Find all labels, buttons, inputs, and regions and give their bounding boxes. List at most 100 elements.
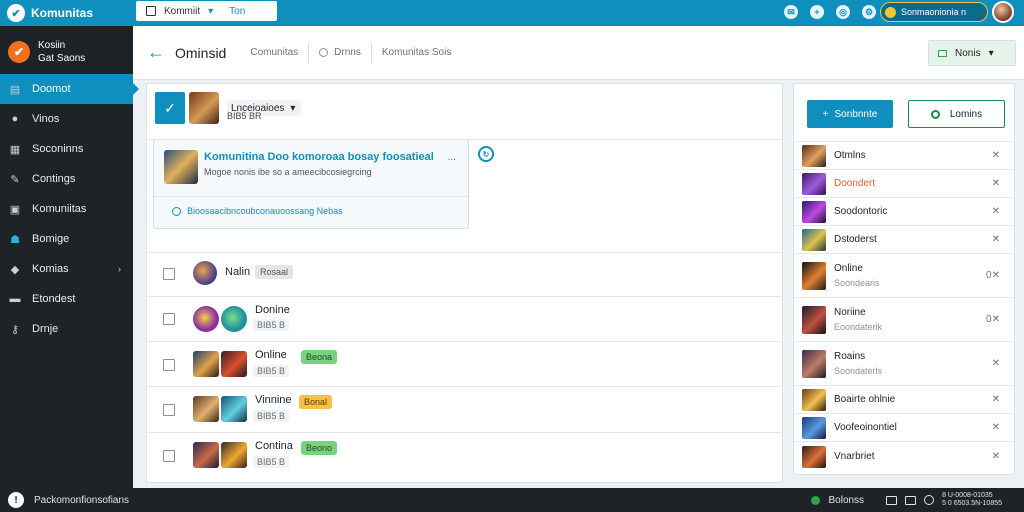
close-icon[interactable]: ✕ bbox=[992, 358, 1000, 369]
sidebar-item-settings[interactable]: ✎ Contings bbox=[0, 164, 133, 194]
list-item[interactable]: Vnarbriet ✕ bbox=[794, 441, 1014, 471]
sidebar-item-label: Komuniitas bbox=[32, 203, 87, 215]
avatar bbox=[193, 396, 219, 422]
sidebar-item-keys[interactable]: ⚷ Drnje bbox=[0, 314, 133, 344]
table-row[interactable]: Nalin Rosaal bbox=[147, 252, 782, 298]
circle-icon bbox=[319, 48, 329, 57]
notice-thumbnail bbox=[164, 150, 198, 184]
sidebar-profile[interactable]: ✔ Kosiin Gat Saons bbox=[0, 26, 133, 74]
close-icon[interactable]: ✕ bbox=[992, 234, 1000, 245]
filter-button[interactable]: ✓ bbox=[155, 92, 185, 124]
status-left: ! Packomonfionsofians bbox=[0, 492, 129, 508]
sidebar-item-members[interactable]: ☗ Bomige bbox=[0, 224, 133, 254]
header-action-dropdown[interactable]: Nonis ▾ bbox=[928, 40, 1016, 66]
settings-icon[interactable]: ⚙ bbox=[862, 5, 876, 19]
row-subtitle: BIB5 B bbox=[253, 456, 290, 468]
row-name[interactable]: Contina bbox=[255, 440, 293, 452]
avatar bbox=[193, 442, 219, 468]
close-icon[interactable]: ✕ bbox=[992, 451, 1000, 462]
status-right: Bolonss 8 U-0008-01035 5 0 6503.5N-10855 bbox=[811, 492, 1002, 508]
breadcrumb-divider bbox=[308, 42, 310, 63]
filter-toggle-button[interactable]: Lomins bbox=[908, 100, 1005, 128]
notice-title[interactable]: Komunitina Doo komoroaa bosay foosatieal bbox=[204, 151, 434, 163]
row-subtitle: BIB5 B bbox=[253, 410, 290, 422]
row-checkbox[interactable] bbox=[163, 404, 175, 416]
row-checkbox[interactable] bbox=[163, 268, 175, 280]
sidebar-item-label: Komias bbox=[32, 263, 69, 275]
close-icon[interactable]: ✕ bbox=[992, 422, 1000, 433]
sidebar-item-documents[interactable]: ▦ Soconinns bbox=[0, 134, 133, 164]
list-item[interactable]: Noriine Eoondaterik 0✕ bbox=[794, 297, 1014, 341]
back-arrow-icon[interactable]: ← bbox=[147, 42, 165, 63]
list-item[interactable]: Boairte ohlnie ✕ bbox=[794, 385, 1014, 413]
list-item[interactable]: Roains Soondaterls ✕ bbox=[794, 341, 1014, 385]
item-thumbnail bbox=[802, 144, 826, 167]
sidebar-item-label: Etondest bbox=[32, 293, 76, 305]
refresh-icon[interactable]: ↻ bbox=[478, 146, 494, 162]
item-name: Boairte ohlnie bbox=[834, 394, 896, 405]
row-name[interactable]: Online bbox=[255, 349, 287, 361]
community-selector[interactable]: Kommiit ▾ Ton bbox=[136, 1, 277, 21]
close-icon[interactable]: ✕ bbox=[992, 394, 1000, 405]
breadcrumb-item[interactable]: Drnns bbox=[319, 47, 361, 58]
close-icon[interactable]: ✕ bbox=[992, 178, 1000, 189]
community-selector-flag: Ton bbox=[229, 5, 246, 17]
row-name[interactable]: Nalin bbox=[225, 266, 250, 278]
table-row[interactable]: Donine BIB5 B bbox=[147, 296, 782, 342]
notice-card[interactable]: Komunitina Doo komoroaa bosay foosatieal… bbox=[153, 139, 469, 229]
row-checkbox[interactable] bbox=[163, 359, 175, 371]
page-header: ← Ominsid Comunitas Drnns Komunitas Sois… bbox=[133, 26, 1024, 80]
row-subtitle: BIB5 B bbox=[253, 319, 290, 331]
list-item[interactable]: Soodontoric ✕ bbox=[794, 197, 1014, 225]
app-brand[interactable]: ✔ Komunitas bbox=[0, 4, 134, 22]
item-thumbnail bbox=[802, 200, 826, 223]
add-button[interactable]: + Sonbnnte bbox=[807, 100, 893, 128]
list-item[interactable]: Otmlns ✕ bbox=[794, 141, 1014, 169]
status-dot-icon bbox=[885, 6, 896, 18]
document-icon: ▦ bbox=[9, 143, 21, 156]
sidebar-item-tags[interactable]: ◆ Komias › bbox=[0, 254, 133, 284]
people-icon: ☗ bbox=[10, 233, 20, 246]
chat-icon[interactable]: ✉ bbox=[784, 5, 798, 19]
row-checkbox[interactable] bbox=[163, 450, 175, 462]
breadcrumb-item[interactable]: Comunitas bbox=[250, 47, 298, 58]
list-item[interactable]: Online Soondearis 0✕ bbox=[794, 253, 1014, 297]
table-row[interactable]: Vinnine Bonal BIB5 B bbox=[147, 386, 782, 432]
sidebar-item-folders[interactable]: ▬ Etondest bbox=[0, 284, 133, 314]
sidebar-item-dashboard[interactable]: ▤ Doomot bbox=[0, 74, 139, 104]
close-icon[interactable]: ✕ bbox=[992, 150, 1000, 161]
row-name[interactable]: Vinnine bbox=[255, 394, 292, 406]
close-icon[interactable]: 0✕ bbox=[986, 270, 1000, 281]
row-avatars bbox=[193, 396, 247, 422]
sidebar-item-community[interactable]: ▣ Komuniitas bbox=[0, 194, 133, 224]
plus-icon[interactable]: + bbox=[810, 5, 824, 19]
table-row[interactable]: Online Beona BIB5 B bbox=[147, 341, 782, 387]
monitor-icon[interactable] bbox=[905, 495, 917, 505]
wrench-icon: ✎ bbox=[10, 173, 20, 186]
list-item[interactable]: Dstoderst ✕ bbox=[794, 225, 1014, 253]
row-avatars bbox=[193, 261, 217, 285]
list-item[interactable]: Doondert ✕ bbox=[794, 169, 1014, 197]
item-name: Noriine bbox=[834, 307, 866, 318]
item-thumbnail bbox=[802, 388, 826, 411]
list-item[interactable]: Voofeoinontiel ✕ bbox=[794, 413, 1014, 441]
item-subtitle: Eoondaterik bbox=[834, 322, 883, 332]
sidebar-item-users[interactable]: ● Vinos bbox=[0, 104, 133, 134]
user-menu[interactable]: Sonmaonionia n bbox=[880, 2, 988, 22]
globe-icon[interactable]: ◎ bbox=[836, 5, 850, 19]
notice-footer-link[interactable]: Bioosaacibncoubconauoossang Nebas bbox=[172, 206, 343, 216]
table-row[interactable]: Contina Beono BIB5 B bbox=[147, 432, 782, 478]
close-icon[interactable]: ✕ bbox=[992, 206, 1000, 217]
window-icon[interactable] bbox=[886, 495, 898, 505]
avatar bbox=[193, 306, 219, 332]
avatar[interactable] bbox=[992, 1, 1014, 23]
volume-icon[interactable] bbox=[924, 495, 935, 505]
row-name[interactable]: Donine bbox=[255, 304, 290, 316]
item-thumbnail bbox=[802, 445, 826, 468]
sidebar-item-label: Vinos bbox=[32, 113, 60, 125]
close-icon[interactable]: 0✕ bbox=[986, 314, 1000, 325]
alert-icon[interactable]: ! bbox=[8, 492, 24, 508]
breadcrumb-item[interactable]: Komunitas Sois bbox=[382, 47, 451, 58]
row-checkbox[interactable] bbox=[163, 313, 175, 325]
more-icon[interactable]: ... bbox=[448, 152, 456, 163]
